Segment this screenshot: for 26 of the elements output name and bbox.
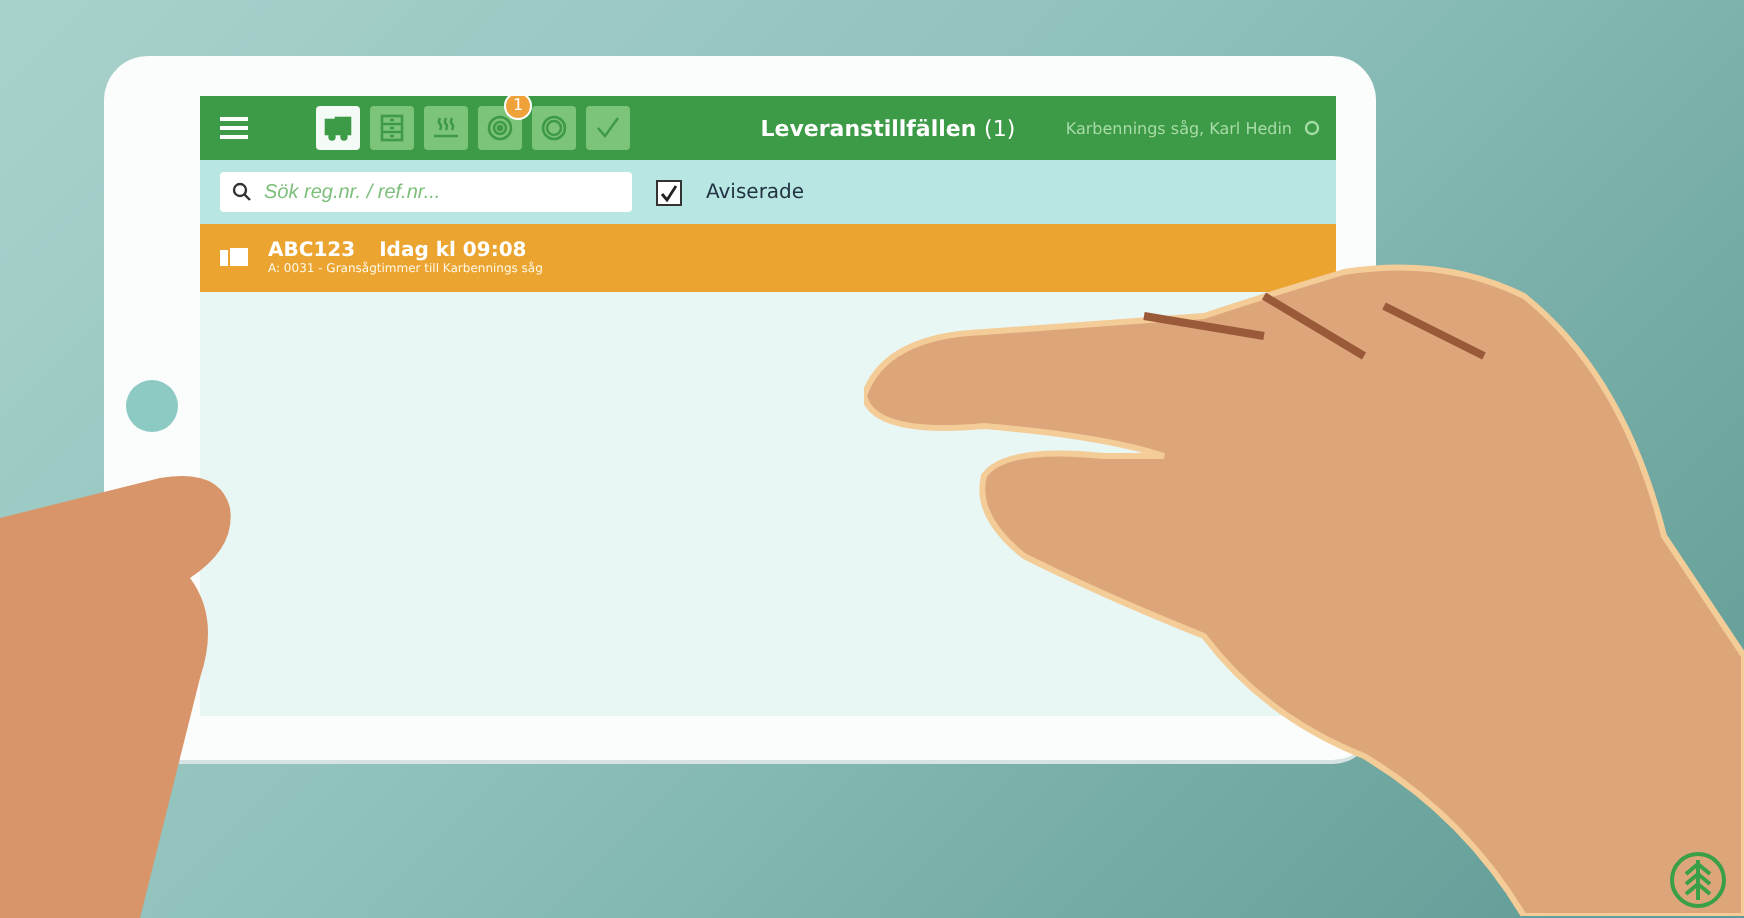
nav-tab[interactable] bbox=[316, 106, 360, 150]
truck-icon bbox=[220, 248, 248, 268]
checkmark-icon bbox=[594, 114, 622, 142]
menu-icon[interactable] bbox=[220, 116, 248, 140]
power-icon[interactable] bbox=[1304, 120, 1320, 136]
checkbox-label: Aviserade bbox=[706, 181, 805, 203]
delivery-time: Idag kl 09:08 bbox=[379, 240, 527, 262]
checkbox[interactable] bbox=[656, 179, 682, 205]
target-icon bbox=[486, 114, 514, 142]
search-icon bbox=[232, 182, 252, 202]
nav-tab[interactable] bbox=[478, 106, 522, 150]
nav-tab[interactable] bbox=[532, 106, 576, 150]
nav-tab[interactable] bbox=[370, 106, 414, 150]
user-name: Karbennings såg, Karl Hedin bbox=[1065, 119, 1292, 137]
coin-icon bbox=[540, 114, 568, 142]
home-button[interactable] bbox=[126, 380, 178, 432]
plate-number: ABC123 bbox=[268, 240, 356, 262]
heat-icon bbox=[432, 114, 460, 142]
list-icon bbox=[378, 114, 406, 142]
page-title: Leveranstillfällen (1) bbox=[758, 115, 1018, 141]
nav-tab[interactable] bbox=[586, 106, 630, 150]
search-field[interactable]: Sök reg.nr. / ref.nr... bbox=[220, 172, 632, 212]
nav-tab[interactable] bbox=[424, 106, 468, 150]
tree-logo-icon bbox=[1668, 850, 1728, 910]
notification-badge: 1 bbox=[504, 96, 532, 120]
truck-icon bbox=[324, 114, 352, 142]
